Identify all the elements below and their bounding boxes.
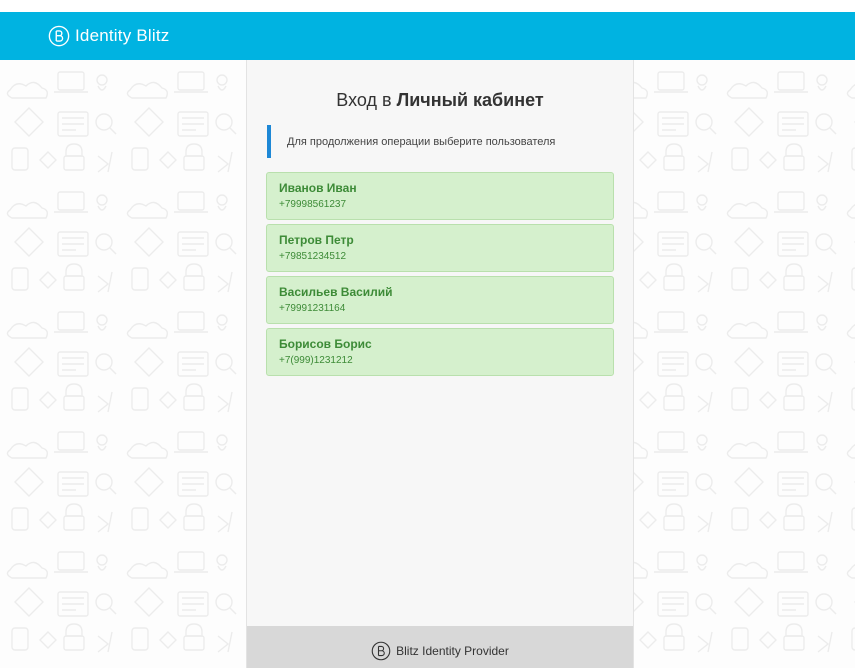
user-name: Иванов Иван (279, 181, 357, 195)
hint-message: Для продолжения операции выберите пользо… (267, 125, 613, 158)
user-phone: +79998561237 (279, 199, 347, 210)
header-bar: Identity Blitz (0, 12, 855, 60)
brand-name: Identity Blitz (75, 26, 170, 45)
blitz-logo-icon (48, 25, 70, 47)
title-strong: Личный кабинет (396, 90, 544, 110)
user-name: Петров Петр (279, 233, 354, 247)
user-phone: +7(999)1231212 (279, 355, 353, 366)
footer-brand[interactable]: Blitz Identity Provider (371, 641, 509, 661)
footer: Blitz Identity Provider (247, 626, 633, 668)
user-card-borisov[interactable]: Борисов Борис +7(999)1231212 (266, 328, 614, 376)
footer-label: Blitz Identity Provider (396, 644, 509, 658)
user-card-ivanov[interactable]: Иванов Иван +79998561237 (266, 172, 614, 220)
user-card-petrov[interactable]: Петров Петр +79851234512 (266, 224, 614, 272)
user-name: Васильев Василий (279, 285, 393, 299)
blitz-logo-icon (371, 641, 391, 661)
page-title: Вход в Личный кабинет (247, 90, 633, 111)
user-card-vasiliev[interactable]: Васильев Василий +79991231164 (266, 276, 614, 324)
user-phone: +79991231164 (279, 303, 346, 314)
title-prefix: Вход в (336, 90, 397, 110)
user-list: Иванов Иван +79998561237 Петров Петр +79… (266, 172, 614, 380)
hint-text: Для продолжения операции выберите пользо… (287, 135, 556, 148)
brand[interactable]: Identity Blitz (48, 25, 169, 47)
user-phone: +79851234512 (279, 251, 347, 262)
user-name: Борисов Борис (279, 337, 372, 351)
top-strip (0, 0, 855, 12)
login-panel: Вход в Личный кабинет Для продолжения оп… (246, 60, 634, 668)
